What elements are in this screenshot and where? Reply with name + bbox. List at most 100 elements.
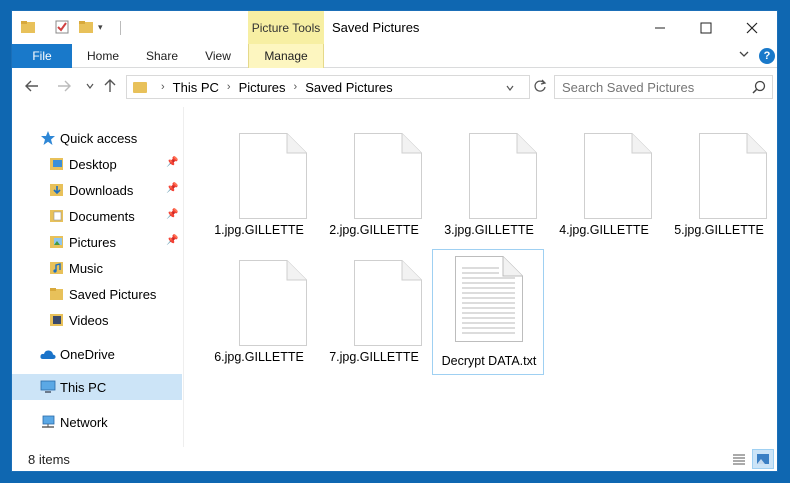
large-icons-view-icon[interactable] — [752, 449, 774, 469]
music-folder-icon — [49, 261, 65, 275]
forward-arrow-icon[interactable] — [54, 77, 74, 95]
file-name: 3.jpg.GILLETTE — [444, 223, 534, 237]
file-name: 1.jpg.GILLETTE — [214, 223, 304, 237]
item-count: 8 items — [28, 452, 70, 467]
file-item[interactable]: 3.jpg.GILLETTE — [433, 119, 545, 243]
nav-item-desktop[interactable]: Desktop — [49, 153, 117, 175]
file-item[interactable]: 6.jpg.GILLETTE — [203, 246, 315, 370]
nav-item-this-pc[interactable]: This PC — [40, 376, 106, 398]
file-name: 5.jpg.GILLETTE — [674, 223, 764, 237]
folder-icon — [20, 19, 36, 35]
file-item[interactable]: 7.jpg.GILLETTE — [318, 246, 430, 370]
breadcrumb-separator-icon[interactable]: › — [161, 81, 165, 93]
nav-item-label: Desktop — [69, 156, 117, 172]
search-input[interactable] — [562, 79, 742, 95]
tab-view[interactable]: View — [196, 44, 240, 68]
blank-file-icon — [239, 133, 307, 219]
up-arrow-icon[interactable] — [100, 77, 120, 95]
picture-tools-header: Picture Tools — [248, 11, 324, 44]
breadcrumb-this-pc[interactable]: This PC — [173, 80, 219, 95]
file-item[interactable]: 5.jpg.GILLETTE — [663, 119, 775, 243]
file-name: 7.jpg.GILLETTE — [329, 350, 419, 364]
navigation-bar: › This PC › Pictures › Saved Pictures — [12, 69, 777, 103]
computer-icon — [40, 380, 56, 394]
blank-file-icon — [584, 133, 652, 219]
pin-icon[interactable]: 📌 — [166, 235, 178, 246]
blank-file-icon — [239, 260, 307, 346]
navigation-pane: Quick access Desktop 📌 Downloads 📌 Docum… — [12, 107, 184, 447]
nav-item-music[interactable]: Music — [49, 257, 103, 279]
tab-manage[interactable]: Manage — [248, 44, 324, 68]
window-title: Saved Pictures — [332, 20, 420, 35]
refresh-icon[interactable] — [530, 77, 550, 95]
nav-item-downloads[interactable]: Downloads — [49, 179, 133, 201]
search-icon[interactable] — [752, 80, 766, 94]
folder-icon — [133, 81, 147, 93]
expand-ribbon-icon[interactable] — [738, 48, 750, 63]
nav-item-label: Quick access — [60, 130, 138, 146]
file-item[interactable]: 1.jpg.GILLETTE — [203, 119, 315, 243]
breadcrumb-separator-icon[interactable]: › — [227, 81, 231, 93]
status-bar: 8 items — [12, 449, 777, 471]
nav-item-label: Pictures — [69, 234, 116, 250]
tab-file[interactable]: File — [12, 44, 72, 68]
recent-locations-icon[interactable] — [80, 77, 100, 95]
toolbar-divider — [120, 21, 121, 35]
nav-item-quick-access[interactable]: Quick access — [40, 127, 137, 149]
nav-item-saved-pictures[interactable]: Saved Pictures — [49, 283, 156, 305]
text-file-icon — [455, 256, 523, 342]
nav-item-label: OneDrive — [60, 346, 115, 362]
minimize-button[interactable] — [637, 11, 683, 44]
nav-item-label: Videos — [69, 312, 109, 328]
customize-quick-access-icon[interactable]: ▾ — [98, 22, 114, 38]
close-button[interactable] — [729, 11, 775, 44]
blank-file-icon — [354, 260, 422, 346]
nav-item-label: Music — [69, 260, 103, 276]
star-icon — [40, 131, 56, 145]
file-name: Decrypt DATA.txt — [441, 354, 537, 368]
breadcrumb-separator-icon[interactable]: › — [294, 81, 298, 93]
file-name: 4.jpg.GILLETTE — [559, 223, 649, 237]
pin-icon[interactable]: 📌 — [166, 183, 178, 194]
details-view-icon[interactable] — [728, 449, 750, 469]
nav-item-label: Network — [60, 414, 108, 430]
breadcrumb-saved-pictures[interactable]: Saved Pictures — [305, 80, 392, 95]
nav-item-documents[interactable]: Documents — [49, 205, 135, 227]
new-folder-icon[interactable] — [78, 19, 94, 35]
maximize-button[interactable] — [683, 11, 729, 44]
nav-item-label: Saved Pictures — [69, 286, 157, 302]
blank-file-icon — [354, 133, 422, 219]
pictures-folder-icon — [49, 235, 65, 249]
nav-item-label: Downloads — [69, 182, 134, 198]
address-bar[interactable]: › This PC › Pictures › Saved Pictures — [126, 75, 530, 99]
ribbon-tab-bar: File Home Share View Manage ? — [12, 44, 777, 68]
nav-item-network[interactable]: Network — [40, 411, 108, 433]
search-field[interactable] — [554, 75, 773, 99]
nav-item-videos[interactable]: Videos — [49, 309, 109, 331]
breadcrumb-pictures[interactable]: Pictures — [239, 80, 286, 95]
help-icon[interactable]: ? — [759, 48, 775, 64]
downloads-folder-icon — [49, 183, 65, 197]
file-list: 1.jpg.GILLETTE 2.jpg.GILLETTE 3.jpg.GILL… — [187, 107, 777, 447]
tab-share[interactable]: Share — [138, 44, 186, 68]
cloud-icon — [40, 347, 56, 361]
tab-home[interactable]: Home — [80, 44, 126, 68]
network-icon — [40, 415, 56, 429]
nav-item-pictures[interactable]: Pictures — [49, 231, 116, 253]
nav-item-label: Documents — [69, 208, 135, 224]
file-name: 6.jpg.GILLETTE — [214, 350, 304, 364]
blank-file-icon — [699, 133, 767, 219]
pin-icon[interactable]: 📌 — [166, 157, 178, 168]
documents-folder-icon — [49, 209, 65, 223]
file-name: 2.jpg.GILLETTE — [329, 223, 419, 237]
nav-item-label: This PC — [60, 379, 107, 395]
properties-icon[interactable] — [54, 19, 70, 35]
file-item[interactable]: 4.jpg.GILLETTE — [548, 119, 660, 243]
title-bar: ▾ Picture Tools Saved Pictures — [12, 11, 777, 44]
back-arrow-icon[interactable] — [22, 77, 42, 95]
address-dropdown-icon[interactable] — [505, 81, 515, 96]
pin-icon[interactable]: 📌 — [166, 209, 178, 220]
file-item[interactable]: 2.jpg.GILLETTE — [318, 119, 430, 243]
nav-item-onedrive[interactable]: OneDrive — [40, 343, 115, 365]
file-item-selected[interactable]: Decrypt DATA.txt — [432, 249, 544, 375]
